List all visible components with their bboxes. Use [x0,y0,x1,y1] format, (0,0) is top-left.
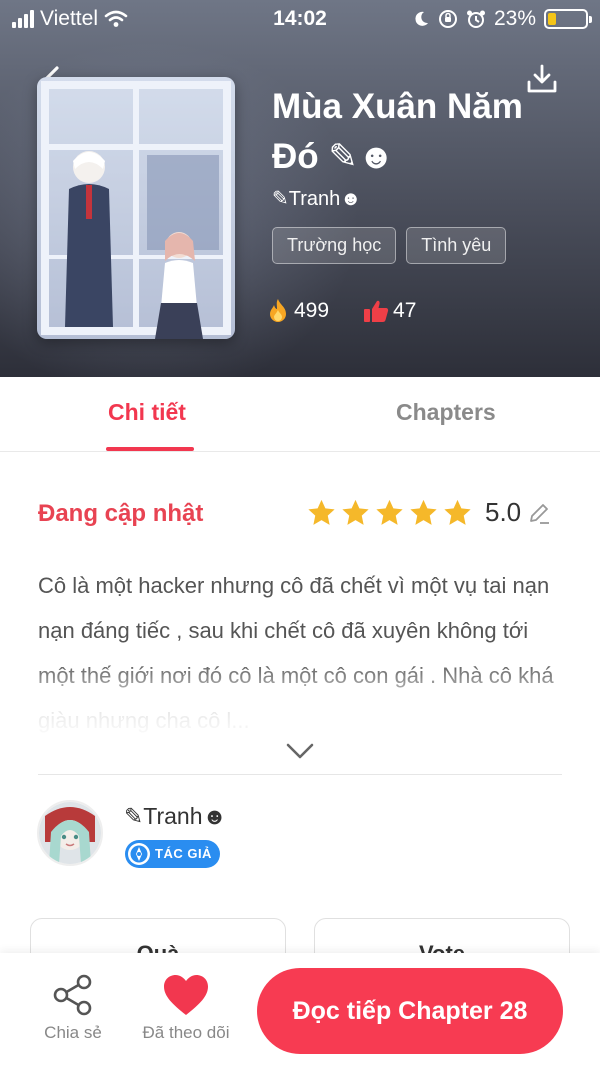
share-button[interactable]: Chia sẻ [34,973,112,1043]
description-fade [30,660,570,740]
tag-chip[interactable]: Tình yêu [406,227,507,264]
follow-button[interactable]: Đã theo dõi [136,973,236,1043]
battery-percent: 23% [493,7,536,30]
star-icon [444,499,471,525]
orientation-lock-icon [438,10,457,28]
author-badge-label: TÁC GIẢ [155,846,212,861]
rating: 5.0 [306,497,551,528]
moon-icon [415,11,428,26]
story-title: Mùa Xuân Năm Đó ✎☻ [272,87,523,176]
pencil-icon[interactable] [527,501,551,525]
story-cover-image [37,77,235,339]
thumbs-up-icon [364,300,389,322]
story-stats: 499 47 [266,298,450,324]
star-icon [342,499,369,525]
share-label: Chia sẻ [44,1023,102,1042]
continue-reading-button[interactable]: Đọc tiếp Chapter 28 [257,968,563,1054]
chevron-down-icon[interactable] [284,740,316,762]
star-icon [410,499,437,525]
fire-icon [270,299,286,322]
share-icon [53,974,92,1016]
rating-value: 5.0 [485,497,522,527]
author-badge: TÁC GIẢ [125,840,220,868]
star-icon [376,499,403,525]
author-avatar[interactable] [37,800,103,866]
bottom-action-bar: Chia sẻ Đã theo dõi Đọc tiếp Chapter 28 [0,953,600,1065]
author-name[interactable]: ✎Tranh☻ [124,803,227,830]
active-tab-indicator [106,447,194,451]
tab-chapters[interactable]: Chapters [396,399,496,426]
story-author[interactable]: ✎Tranh☻ [272,186,361,211]
follow-label: Đã theo dõi [142,1023,230,1042]
views-count: 499 [294,299,330,322]
story-status: Đang cập nhật [38,500,204,527]
tab-detail[interactable]: Chi tiết [108,399,186,426]
status-bar: Viettel 14:02 23% [0,0,600,40]
tag-list: Trường học Tình yêu [272,227,507,264]
divider [38,774,562,775]
battery-icon [544,9,592,29]
tab-bar: Chi tiết Chapters [0,377,600,452]
alarm-icon [466,10,485,28]
star-icon [308,499,335,525]
likes-count: 47 [393,299,417,322]
story-header: Viettel 14:02 23% Mùa Xuân Năm Đó ✎☻ ✎Tr… [0,0,600,377]
heart-icon [164,975,208,1015]
tag-chip[interactable]: Trường học [272,227,397,264]
rating-stars [306,498,473,528]
author-badge-icon [128,843,150,865]
